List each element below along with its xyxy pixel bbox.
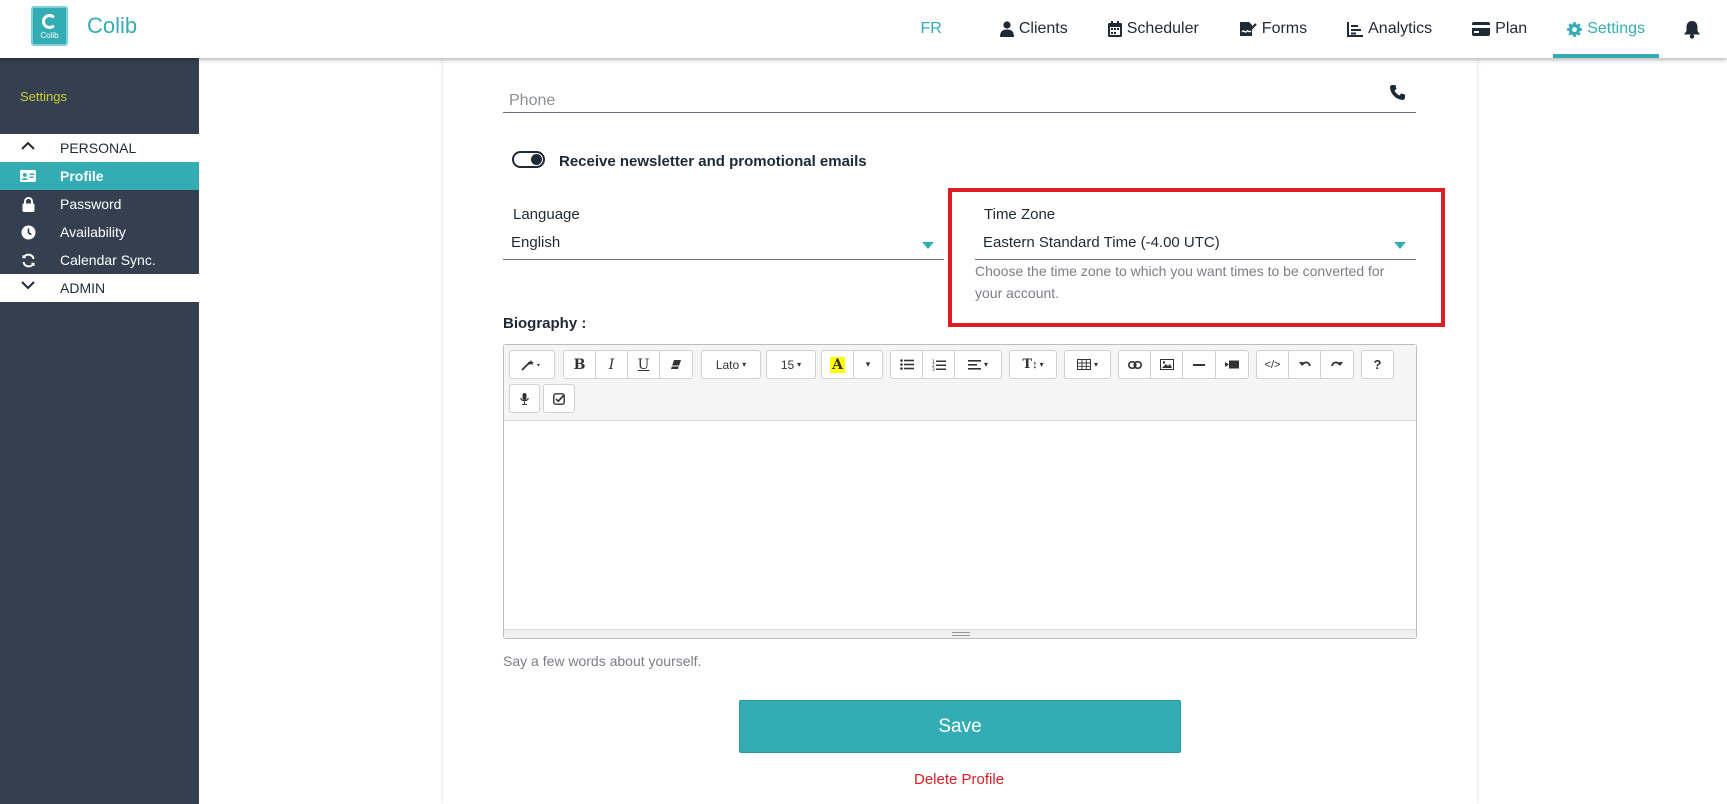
sidebar-item-profile[interactable]: Profile [0, 162, 199, 190]
undo-icon[interactable] [1289, 350, 1321, 379]
newsletter-toggle[interactable] [512, 151, 545, 168]
calendar-icon [1107, 21, 1122, 37]
nav-settings[interactable]: Settings [1553, 0, 1659, 58]
timezone-label: Time Zone [984, 206, 1056, 223]
sidebar-group-admin-label: ADMIN [60, 280, 106, 296]
table-icon[interactable]: ▾ [1064, 350, 1111, 379]
chart-icon [1347, 21, 1364, 37]
code-icon[interactable]: </> [1256, 350, 1289, 379]
help-icon[interactable]: ? [1361, 350, 1394, 379]
font-color-icon[interactable]: A [821, 350, 854, 379]
timezone-select[interactable]: Eastern Standard Time (-4.00 UTC) [975, 230, 1416, 260]
top-navbar: Colib Colib FR Clients Scheduler Forms A… [0, 0, 1727, 58]
biography-editor: B I U Lato ▾ 15 ▾ A ▾ 123 ▾ T ↕ ▾ ▾ </> … [503, 344, 1417, 639]
editor-toolbar: B I U Lato ▾ 15 ▾ A ▾ 123 ▾ T ↕ ▾ ▾ </> … [504, 345, 1416, 421]
chevron-down-icon [922, 242, 934, 249]
microphone-icon[interactable] [509, 384, 540, 413]
eraser-icon[interactable] [660, 350, 693, 379]
language-label: Language [513, 206, 580, 223]
nav-plan[interactable]: Plan [1458, 0, 1541, 58]
language-select[interactable]: English [503, 230, 944, 260]
bell-icon [1684, 20, 1700, 39]
nav-forms[interactable]: Forms [1225, 0, 1321, 58]
sidebar-item-calendar-sync[interactable]: Calendar Sync. [0, 246, 199, 274]
id-card-icon [20, 168, 36, 184]
file-signature-icon [1239, 22, 1257, 36]
sidebar-item-password[interactable]: Password [0, 190, 199, 218]
sidebar-group-personal[interactable]: PERSONAL [0, 134, 199, 162]
sidebar-item-password-label: Password [60, 196, 122, 212]
language-switch[interactable]: FR [921, 20, 942, 38]
delete-profile-link[interactable]: Delete Profile [914, 771, 1004, 788]
sidebar-group-admin[interactable]: ADMIN [0, 274, 199, 302]
clock-icon [20, 224, 36, 240]
link-icon[interactable] [1118, 350, 1151, 379]
color-dropdown-icon[interactable]: ▾ [854, 350, 883, 379]
sidebar-item-profile-label: Profile [60, 168, 104, 184]
unordered-list-icon[interactable] [890, 350, 923, 379]
bold-icon[interactable]: B [563, 350, 596, 379]
main-nav: FR Clients Scheduler Forms Analytics Pla… [921, 0, 1727, 58]
credit-card-icon [1472, 22, 1491, 36]
sidebar-title: Settings [20, 89, 67, 104]
checkbox-icon[interactable] [543, 384, 575, 413]
nav-settings-label: Settings [1587, 20, 1645, 37]
sidebar-item-availability-label: Availability [60, 224, 126, 240]
newsletter-label: Receive newsletter and promotional email… [559, 153, 867, 170]
chevron-down-icon [1394, 242, 1406, 249]
font-size-dropdown[interactable]: 15 ▾ [766, 350, 816, 379]
italic-icon[interactable]: I [596, 350, 628, 379]
line-height-icon[interactable]: T ↕ ▾ [1009, 350, 1057, 379]
sidebar-item-calendar-sync-label: Calendar Sync. [60, 252, 156, 268]
nav-clients[interactable]: Clients [986, 0, 1082, 58]
nav-plan-label: Plan [1495, 20, 1528, 37]
nav-analytics-label: Analytics [1368, 20, 1433, 37]
image-icon[interactable] [1151, 350, 1183, 379]
nav-analytics[interactable]: Analytics [1333, 0, 1446, 58]
chevron-up-icon [21, 141, 35, 150]
phone-field[interactable]: Phone [503, 84, 1416, 113]
hr-icon[interactable] [1183, 350, 1216, 379]
video-icon[interactable] [1216, 350, 1249, 379]
align-icon[interactable]: ▾ [955, 350, 1002, 379]
nav-clients-label: Clients [1018, 20, 1068, 37]
underline-icon[interactable]: U [628, 350, 660, 379]
editor-resize-handle[interactable] [504, 629, 1416, 638]
font-size-value: 15 [780, 357, 795, 372]
brand[interactable]: Colib Colib [31, 6, 137, 46]
brand-name: Colib [87, 13, 138, 38]
sidebar-item-availability[interactable]: Availability [0, 218, 199, 246]
redo-icon[interactable] [1321, 350, 1354, 379]
sync-icon [20, 252, 36, 268]
nav-scheduler-label: Scheduler [1126, 20, 1199, 37]
toggle-knob [531, 154, 542, 165]
nav-scheduler[interactable]: Scheduler [1094, 0, 1213, 58]
phone-icon [1389, 84, 1406, 106]
language-value: English [511, 234, 561, 251]
phone-placeholder: Phone [509, 92, 556, 109]
timezone-help-text: Choose the time zone to which you want t… [975, 263, 1385, 301]
user-icon [999, 21, 1014, 37]
notifications-button[interactable] [1683, 20, 1701, 39]
settings-sidebar: Settings PERSONAL Profile Password Avail… [0, 58, 199, 804]
logo-text: Colib [40, 31, 59, 40]
timezone-value: Eastern Standard Time (-4.00 UTC) [983, 234, 1220, 251]
gear-icon [1567, 21, 1583, 37]
grip-icon [952, 632, 970, 636]
save-button[interactable]: Save [739, 700, 1181, 753]
nav-forms-label: Forms [1261, 20, 1308, 37]
svg-text:3: 3 [932, 367, 935, 371]
font-family-value: Lato [715, 357, 740, 372]
ordered-list-icon[interactable]: 123 [923, 350, 955, 379]
biography-help-text: Say a few words about yourself. [503, 653, 702, 669]
sidebar-group-personal-label: PERSONAL [60, 140, 137, 156]
chevron-down-icon [21, 281, 35, 290]
logo: Colib [31, 6, 68, 46]
biography-label: Biography : [503, 315, 587, 332]
magic-icon[interactable] [509, 350, 555, 379]
lock-icon [20, 196, 36, 212]
font-family-dropdown[interactable]: Lato ▾ [701, 350, 761, 379]
